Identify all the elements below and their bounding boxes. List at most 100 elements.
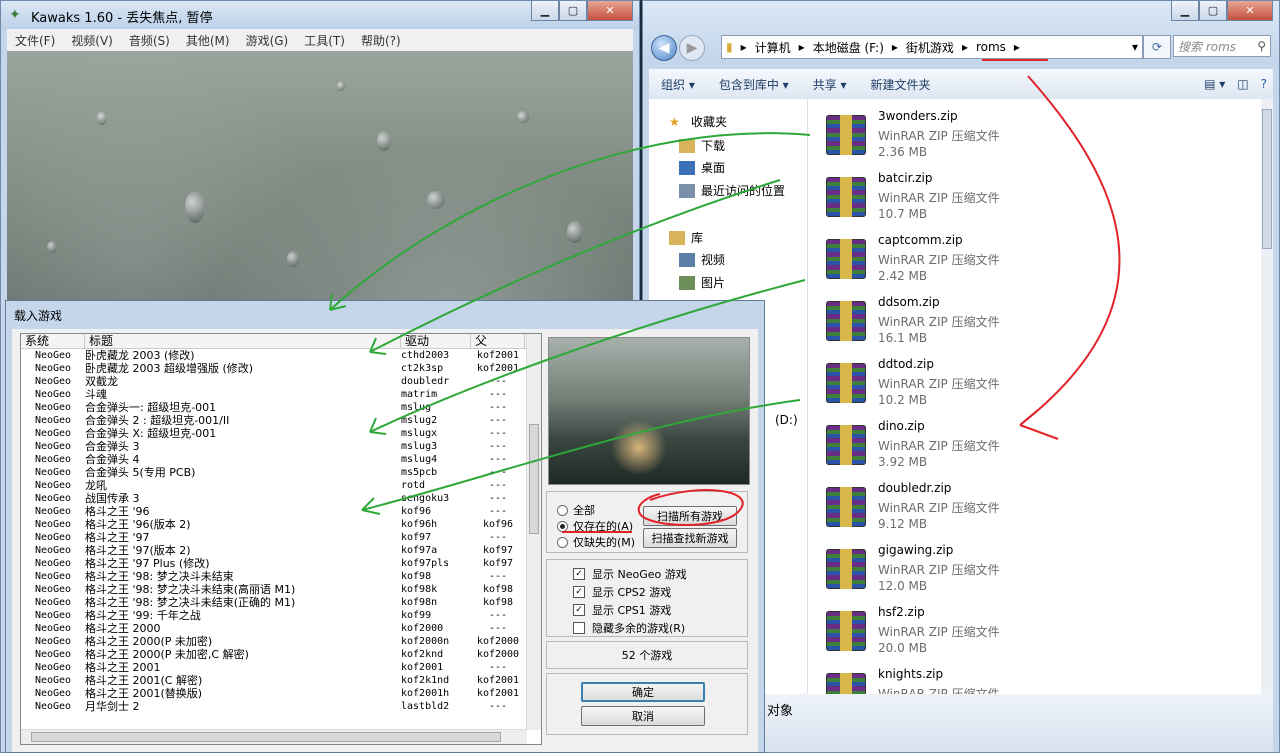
file-item[interactable]: knights.zip WinRAR ZIP 压缩文件 bbox=[826, 667, 1226, 694]
game-row[interactable]: NeoGeo 卧虎藏龙 2003 超级增强版 (修改) ct2k3sp kof2001 bbox=[21, 362, 527, 375]
game-row[interactable]: NeoGeo 格斗之王 2001(替换版) kof2001h kof2001 bbox=[21, 687, 527, 700]
nav-downloads[interactable]: 下载 bbox=[679, 137, 725, 154]
address-dropdown-icon[interactable]: ▾ bbox=[1128, 40, 1142, 54]
game-row[interactable]: NeoGeo 格斗之王 2000 kof2000 --- bbox=[21, 622, 527, 635]
file-item[interactable]: hsf2.zip WinRAR ZIP 压缩文件 20.0 MB bbox=[826, 605, 1226, 665]
breadcrumb-roms[interactable]: roms bbox=[972, 40, 1010, 54]
chk-cps1[interactable]: ✓ 显示 CPS1 游戏 bbox=[573, 602, 671, 618]
game-row[interactable]: NeoGeo 双截龙 doubledr --- bbox=[21, 375, 527, 388]
view-icon[interactable]: ▤ ▾ bbox=[1198, 77, 1231, 91]
menu-video[interactable]: 视频(V) bbox=[63, 32, 121, 49]
game-row[interactable]: NeoGeo 月华剑士 2 lastbld2 --- bbox=[21, 700, 527, 713]
game-row[interactable]: NeoGeo 合金弹头一: 超级坦克-001 mslug --- bbox=[21, 401, 527, 414]
breadcrumb-computer[interactable]: 计算机 bbox=[751, 39, 795, 56]
close-button[interactable]: ✕ bbox=[587, 1, 633, 21]
game-row[interactable]: NeoGeo 龙吼 rotd --- bbox=[21, 479, 527, 492]
menu-file[interactable]: 文件(F) bbox=[7, 32, 63, 49]
breadcrumb-arcade[interactable]: 街机游戏 bbox=[902, 39, 958, 56]
help-icon[interactable]: ? bbox=[1255, 77, 1273, 91]
game-row[interactable]: NeoGeo 格斗之王 '96(版本 2) kof96h kof96 bbox=[21, 518, 527, 531]
scrollbar-thumb[interactable] bbox=[1262, 109, 1272, 249]
game-row[interactable]: NeoGeo 格斗之王 '97 kof97 --- bbox=[21, 531, 527, 544]
col-driver[interactable]: 驱动 bbox=[401, 334, 471, 348]
nav-recent[interactable]: 最近访问的位置 bbox=[679, 182, 785, 199]
game-row[interactable]: NeoGeo 格斗之王 '99: 千年之战 kof99 --- bbox=[21, 609, 527, 622]
menu-audio[interactable]: 音频(S) bbox=[121, 32, 178, 49]
file-item[interactable]: gigawing.zip WinRAR ZIP 压缩文件 12.0 MB bbox=[826, 543, 1226, 603]
file-item[interactable]: doubledr.zip WinRAR ZIP 压缩文件 9.12 MB bbox=[826, 481, 1226, 541]
col-title[interactable]: 标题 bbox=[85, 334, 401, 348]
game-row[interactable]: NeoGeo 格斗之王 2000(P 未加密) kof2000n kof2000 bbox=[21, 635, 527, 648]
game-row[interactable]: NeoGeo 合金弹头 3 mslug3 --- bbox=[21, 440, 527, 453]
explorer-titlebar[interactable]: ▁ ▢ ✕ ◀ ▶ ▮ ▸ 计算机 ▸ 本地磁盘 (F:) ▸ 街机游戏 ▸ r… bbox=[643, 1, 1279, 63]
chk-cps2[interactable]: ✓ 显示 CPS2 游戏 bbox=[573, 584, 671, 600]
address-bar[interactable]: ▮ ▸ 计算机 ▸ 本地磁盘 (F:) ▸ 街机游戏 ▸ roms ▸ ▾ bbox=[721, 35, 1143, 59]
menu-help[interactable]: 帮助(?) bbox=[353, 32, 409, 49]
radio-all[interactable]: 全部 bbox=[557, 502, 595, 518]
explorer-close-button[interactable]: ✕ bbox=[1227, 1, 1273, 21]
forward-button[interactable]: ▶ bbox=[679, 35, 705, 61]
radio-existing[interactable]: 仅存在的(A) bbox=[557, 518, 633, 534]
game-row[interactable]: NeoGeo 合金弹头 X: 超级坦克-001 mslugx --- bbox=[21, 427, 527, 440]
share-button[interactable]: 共享 ▾ bbox=[801, 76, 859, 93]
menu-misc[interactable]: 其他(M) bbox=[178, 32, 238, 49]
include-library-button[interactable]: 包含到库中 ▾ bbox=[707, 76, 801, 93]
col-parent[interactable]: 父 bbox=[471, 334, 525, 348]
file-item[interactable]: ddtod.zip WinRAR ZIP 压缩文件 10.2 MB bbox=[826, 357, 1226, 417]
game-row[interactable]: NeoGeo 格斗之王 '98: 梦之决斗未结束(正确的 M1) kof98n kof… bbox=[21, 596, 527, 609]
menu-tools[interactable]: 工具(T) bbox=[296, 32, 353, 49]
nav-pictures[interactable]: 图片 bbox=[679, 274, 725, 291]
refresh-icon[interactable]: ⟳ bbox=[1143, 35, 1171, 59]
game-row[interactable]: NeoGeo 格斗之王 2001(C 解密) kof2k1nd kof2001 bbox=[21, 674, 527, 687]
game-row[interactable]: NeoGeo 卧虎藏龙 2003 (修改) cthd2003 kof2001 bbox=[21, 349, 527, 362]
game-list-hscroll[interactable] bbox=[21, 729, 527, 744]
vscroll-thumb[interactable] bbox=[529, 424, 539, 534]
kawaks-titlebar[interactable]: ✦ Kawaks 1.60 - 丢失焦点, 暂停 ▁ ▢ ✕ bbox=[1, 1, 639, 29]
back-button[interactable]: ◀ bbox=[651, 35, 677, 61]
nav-drive-d[interactable]: (D:) bbox=[775, 413, 798, 427]
nav-library[interactable]: 库 bbox=[669, 229, 703, 246]
new-folder-button[interactable]: 新建文件夹 bbox=[859, 76, 943, 93]
nav-video[interactable]: 视频 bbox=[679, 251, 725, 268]
game-row[interactable]: NeoGeo 格斗之王 '97(版本 2) kof97a kof97 bbox=[21, 544, 527, 557]
file-item[interactable]: batcir.zip WinRAR ZIP 压缩文件 10.7 MB bbox=[826, 171, 1226, 231]
file-item[interactable]: 3wonders.zip WinRAR ZIP 压缩文件 2.36 MB bbox=[826, 109, 1226, 169]
preview-pane-icon[interactable]: ◫ bbox=[1231, 77, 1254, 91]
scan-new-button[interactable]: 扫描查找新游戏 bbox=[643, 528, 737, 548]
game-row[interactable]: NeoGeo 合金弹头 5(专用 PCB) ms5pcb --- bbox=[21, 466, 527, 479]
game-row[interactable]: NeoGeo 格斗之王 '97 Plus (修改) kof97pls kof97 bbox=[21, 557, 527, 570]
breadcrumb-drive[interactable]: 本地磁盘 (F:) bbox=[809, 39, 888, 56]
game-row[interactable]: NeoGeo 格斗之王 '96 kof96 --- bbox=[21, 505, 527, 518]
file-item[interactable]: dino.zip WinRAR ZIP 压缩文件 3.92 MB bbox=[826, 419, 1226, 479]
explorer-minimize-button[interactable]: ▁ bbox=[1171, 1, 1199, 21]
explorer-maximize-button[interactable]: ▢ bbox=[1199, 1, 1227, 21]
file-item[interactable]: captcomm.zip WinRAR ZIP 压缩文件 2.42 MB bbox=[826, 233, 1226, 293]
organize-button[interactable]: 组织 ▾ bbox=[649, 76, 707, 93]
scan-all-button[interactable]: 扫描所有游戏 bbox=[643, 506, 737, 526]
ok-button[interactable]: 确定 bbox=[581, 682, 705, 702]
game-list[interactable]: 系统 标题 驱动 父 NeoGeo 卧虎藏龙 2003 (修改) cthd2003 k… bbox=[20, 333, 542, 745]
game-list-vscroll[interactable] bbox=[526, 334, 541, 730]
game-row[interactable]: NeoGeo 格斗之王 '98: 梦之决斗未结束 kof98 --- bbox=[21, 570, 527, 583]
search-input[interactable]: 搜索 roms ⚲ bbox=[1173, 35, 1271, 57]
game-row[interactable]: NeoGeo 格斗之王 2000(P 未加密,C 解密) kof2knd kof200… bbox=[21, 648, 527, 661]
nav-favorites[interactable]: ★ 收藏夹 bbox=[669, 113, 727, 130]
game-row[interactable]: NeoGeo 合金弹头 4 mslug4 --- bbox=[21, 453, 527, 466]
hscroll-thumb[interactable] bbox=[31, 732, 501, 742]
game-row[interactable]: NeoGeo 战国传承 3 sengoku3 --- bbox=[21, 492, 527, 505]
menu-game[interactable]: 游戏(G) bbox=[238, 32, 297, 49]
chk-hide-extra[interactable]: 隐藏多余的游戏(R) bbox=[573, 620, 685, 636]
nav-desktop[interactable]: 桌面 bbox=[679, 159, 725, 176]
game-row[interactable]: NeoGeo 格斗之王 2001 kof2001 --- bbox=[21, 661, 527, 674]
maximize-button[interactable]: ▢ bbox=[559, 1, 587, 21]
cancel-button[interactable]: 取消 bbox=[581, 706, 705, 726]
file-item[interactable]: ddsom.zip WinRAR ZIP 压缩文件 16.1 MB bbox=[826, 295, 1226, 355]
col-system[interactable]: 系统 bbox=[21, 334, 85, 348]
minimize-button[interactable]: ▁ bbox=[531, 1, 559, 21]
game-row[interactable]: NeoGeo 合金弹头 2 : 超级坦克-001/II mslug2 --- bbox=[21, 414, 527, 427]
explorer-scrollbar[interactable] bbox=[1261, 99, 1273, 694]
game-row[interactable]: NeoGeo 斗魂 matrim --- bbox=[21, 388, 527, 401]
radio-missing[interactable]: 仅缺失的(M) bbox=[557, 534, 635, 550]
game-row[interactable]: NeoGeo 格斗之王 '98: 梦之决斗未结束(高丽语 M1) kof98k kof… bbox=[21, 583, 527, 596]
chk-neogeo[interactable]: ✓ 显示 NeoGeo 游戏 bbox=[573, 566, 687, 582]
